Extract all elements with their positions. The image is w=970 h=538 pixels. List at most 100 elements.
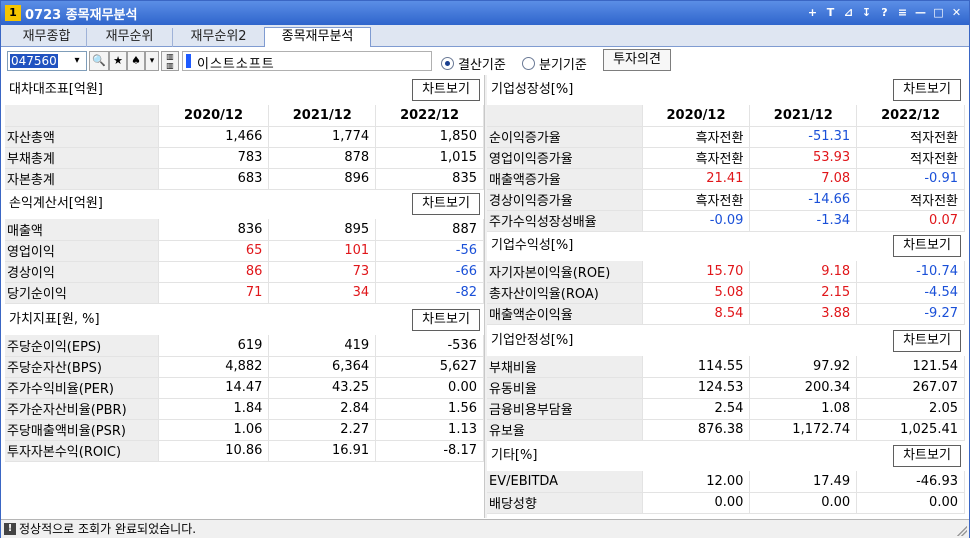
row-label: 매출액증가율 <box>487 168 643 190</box>
row-value: 619 <box>158 335 270 357</box>
row-value: 1,025.41 <box>856 419 965 441</box>
row-value: 적자전환 <box>856 126 965 148</box>
row-value: 2.15 <box>749 282 858 304</box>
main-window: 1 0723 종목재무분석 + T ⊿ ↧ ? ≡ — □ ✕ 재무종합 재무순… <box>0 0 970 538</box>
row-label: 부채비율 <box>487 356 643 378</box>
row-label: 유보율 <box>487 419 643 441</box>
table-row: 투자자본수익(ROIC) 10.86 16.91 -8.17 <box>5 440 484 462</box>
income-chart-button[interactable]: 차트보기 <box>412 193 480 215</box>
year-header-row: 2020/12 2021/12 2022/12 <box>487 105 965 127</box>
left-panel: 대차대조표[억원] 차트보기 2020/12 2021/12 2022/12 자산총액 1,… <box>5 75 484 518</box>
row-value: -4.54 <box>856 282 965 304</box>
balance-chart-button[interactable]: 차트보기 <box>412 79 480 101</box>
row-value: 0.00 <box>375 377 484 399</box>
maximize-icon[interactable]: □ <box>930 4 947 21</box>
row-value: -8.17 <box>375 440 484 462</box>
row-value: 1.84 <box>158 398 270 420</box>
tab-stock-analysis[interactable]: 종목재무분석 <box>264 27 371 48</box>
row-value: 10.86 <box>158 440 270 462</box>
profit-chart-button[interactable]: 차트보기 <box>893 235 961 257</box>
row-value: 흑자전환 <box>642 126 751 148</box>
help-icon[interactable]: ? <box>876 4 893 21</box>
row-value: 적자전환 <box>856 147 965 169</box>
spade-icon[interactable]: ♠ <box>127 51 145 71</box>
row-label: 자기자본이익율(ROE) <box>487 261 643 283</box>
row-value: 1.08 <box>749 398 858 420</box>
stock-name-field[interactable]: 이스트소프트 <box>182 51 432 72</box>
row-value: 683 <box>158 168 270 190</box>
row-label: 총자산이익율(ROA) <box>487 282 643 304</box>
row-label: 투자자본수익(ROIC) <box>5 440 159 462</box>
row-value: 878 <box>268 147 377 169</box>
row-label: 주당순이익(EPS) <box>5 335 159 357</box>
radio-quarter[interactable]: 분기기준 <box>522 54 587 73</box>
row-label: 유동비율 <box>487 377 643 399</box>
row-value: 0.00 <box>642 492 751 514</box>
row-label: 부채총계 <box>5 147 159 169</box>
row-value: 0.00 <box>856 492 965 514</box>
chevron-down-icon[interactable]: ▾ <box>68 52 86 70</box>
header-blank <box>487 105 643 127</box>
row-value: -9.27 <box>856 303 965 325</box>
text-icon[interactable]: T <box>822 4 839 21</box>
year-header-row: 2020/12 2021/12 2022/12 <box>5 105 484 127</box>
resize-grip-icon[interactable] <box>957 526 967 536</box>
row-label: 당기순이익 <box>5 282 159 304</box>
etc-chart-button[interactable]: 차트보기 <box>893 445 961 467</box>
value-chart-button[interactable]: 차트보기 <box>412 309 480 331</box>
radio-quarter-circle[interactable] <box>522 57 535 70</box>
investment-opinion-button[interactable]: 투자의견 <box>603 49 671 71</box>
window-number-badge: 1 <box>5 5 21 21</box>
add-icon[interactable]: + <box>804 4 821 21</box>
table-row: 유보율 876.38 1,172.74 1,025.41 <box>487 419 965 441</box>
row-value: 6,364 <box>268 356 377 378</box>
row-value: 4,882 <box>158 356 270 378</box>
row-value: 2.54 <box>642 398 751 420</box>
growth-chart-button[interactable]: 차트보기 <box>893 79 961 101</box>
dropdown-icon[interactable]: ▾ <box>145 51 159 71</box>
search-icon[interactable]: 🔍 <box>89 51 109 71</box>
year-header: 2022/12 <box>856 105 965 127</box>
tab-bar: 재무종합 재무순위 재무순위2 종목재무분석 <box>1 25 969 48</box>
tab-ranking[interactable]: 재무순위 <box>87 28 173 47</box>
link-icon[interactable]: ⊿ <box>840 4 857 21</box>
row-value: 17.49 <box>749 471 858 493</box>
tab-ranking2[interactable]: 재무순위2 <box>173 28 265 47</box>
tab-overview[interactable]: 재무종합 <box>7 28 87 47</box>
stability-chart-button[interactable]: 차트보기 <box>893 330 961 352</box>
row-value: 8.54 <box>642 303 751 325</box>
stock-code-input[interactable]: 047560 ▾ <box>7 51 87 71</box>
row-label: 순이익증가율 <box>487 126 643 148</box>
row-value: 783 <box>158 147 270 169</box>
row-value: 895 <box>268 219 377 241</box>
table-row: 주당순이익(EPS) 619 419 -536 <box>5 335 484 357</box>
row-value: 65 <box>158 240 270 262</box>
row-label: 주당매출액비율(PSR) <box>5 419 159 441</box>
radio-annual-circle[interactable] <box>441 57 454 70</box>
year-header: 2021/12 <box>268 105 377 127</box>
stability-section-title: 기업안정성[%] <box>491 333 574 348</box>
table-row: 매출액순이익율 8.54 3.88 -9.27 <box>487 303 965 325</box>
window-title: 0723 종목재무분석 <box>25 7 138 23</box>
table-row: 영업이익증가율 흑자전환 53.93 적자전환 <box>487 147 965 169</box>
growth-section-title: 기업성장성[%] <box>491 82 574 97</box>
grid-icon[interactable]: ▥ ▥ <box>161 51 179 71</box>
row-value: 9.18 <box>749 261 858 283</box>
download-icon[interactable]: ↧ <box>858 4 875 21</box>
balance-section-title: 대차대조표[억원] <box>9 82 103 97</box>
row-value: 1,172.74 <box>749 419 858 441</box>
row-value: 5,627 <box>375 356 484 378</box>
table-row: 총자산이익율(ROA) 5.08 2.15 -4.54 <box>487 282 965 304</box>
radio-quarter-label: 분기기준 <box>539 58 587 73</box>
table-row: 매출액 836 895 887 <box>5 219 484 241</box>
table-row: 순이익증가율 흑자전환 -51.31 적자전환 <box>487 126 965 148</box>
row-value: 876.38 <box>642 419 751 441</box>
star-icon[interactable]: ★ <box>109 51 127 71</box>
radio-annual[interactable]: 결산기준 <box>441 54 506 73</box>
row-value: 2.84 <box>268 398 377 420</box>
close-icon[interactable]: ✕ <box>948 4 965 21</box>
title-controls: + T ⊿ ↧ ? ≡ — □ ✕ <box>803 4 965 21</box>
menu-icon[interactable]: ≡ <box>894 4 911 21</box>
minimize-icon[interactable]: — <box>912 4 929 21</box>
row-value: 1,015 <box>375 147 484 169</box>
